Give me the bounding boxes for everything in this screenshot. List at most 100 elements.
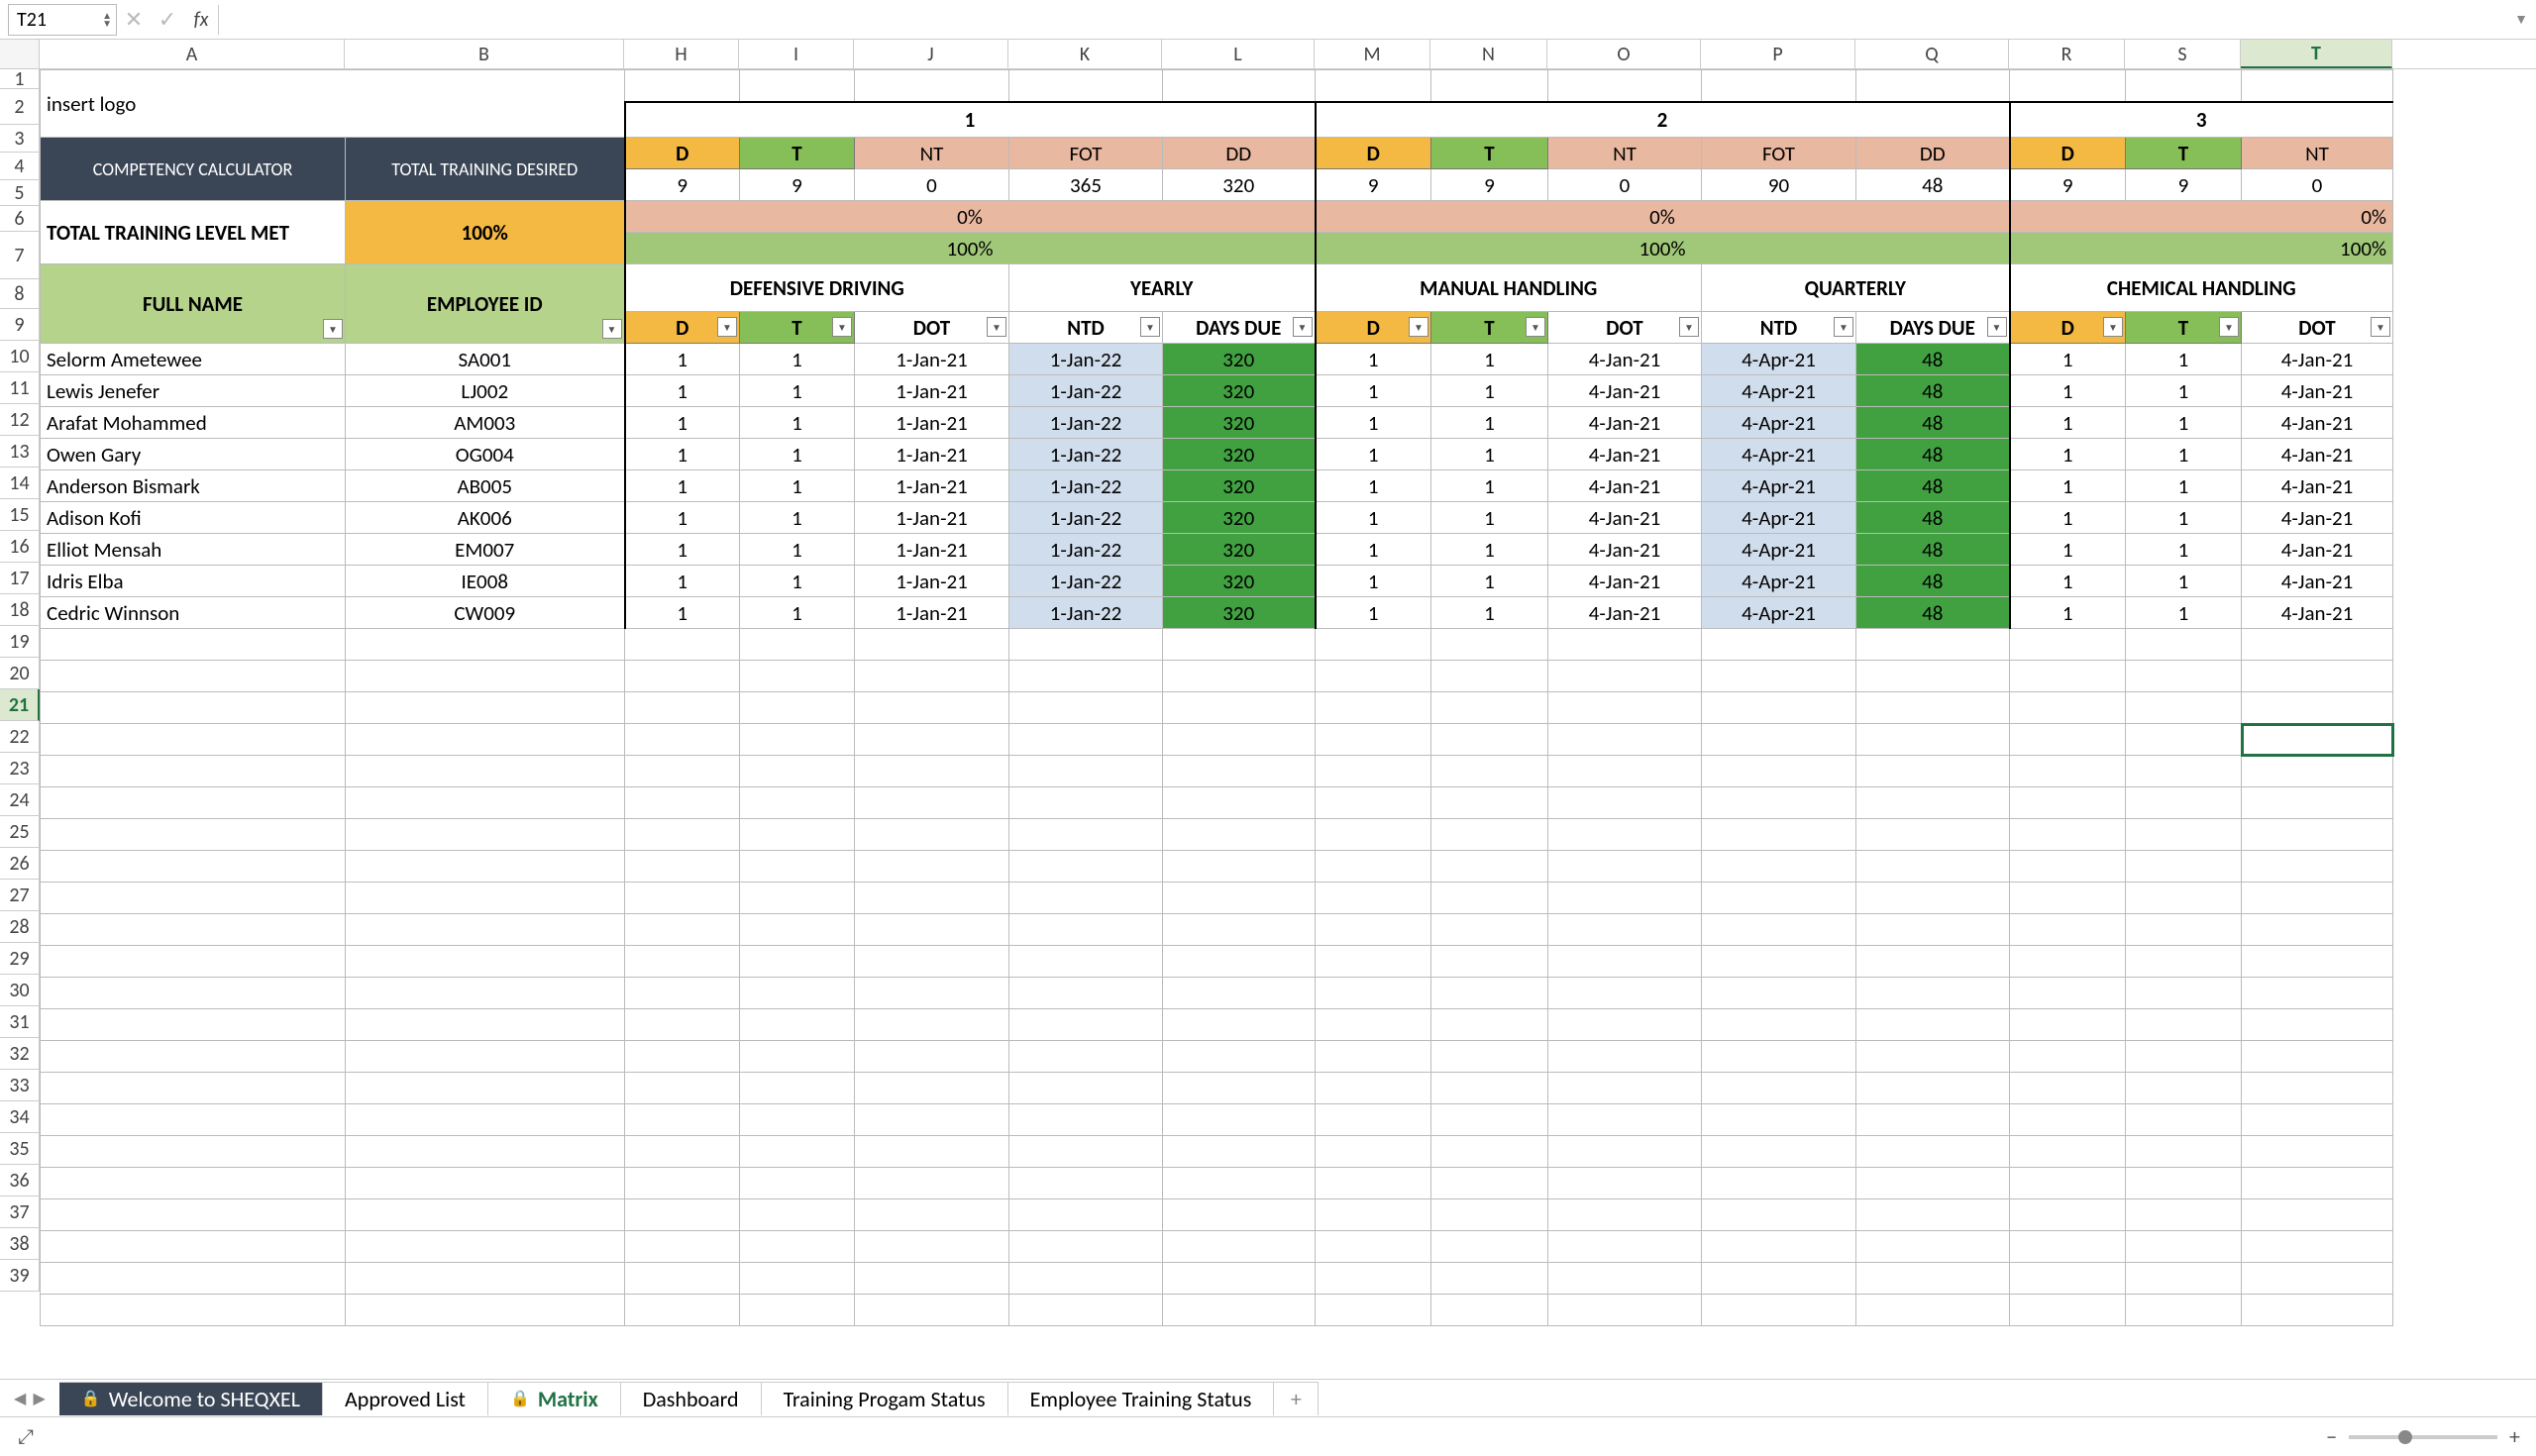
cell[interactable] (625, 1104, 740, 1136)
cell[interactable] (2010, 1136, 2126, 1168)
cell[interactable] (1702, 1199, 1856, 1231)
cell[interactable] (1431, 1199, 1548, 1231)
cell[interactable] (346, 914, 625, 946)
cell[interactable] (1548, 851, 1702, 883)
col-header-J[interactable]: J (854, 40, 1008, 68)
cell[interactable] (1316, 756, 1431, 787)
cell[interactable] (1548, 787, 1702, 819)
cell[interactable] (625, 724, 740, 756)
cell[interactable] (2242, 661, 2393, 692)
cell[interactable] (346, 1136, 625, 1168)
cell[interactable] (1548, 1168, 1702, 1199)
cell[interactable] (2010, 661, 2126, 692)
cell[interactable] (41, 692, 346, 724)
cell[interactable] (2126, 661, 2242, 692)
cell[interactable] (2010, 1104, 2126, 1136)
confirm-icon[interactable]: ✓ (151, 6, 184, 33)
col-header-T[interactable]: T (2241, 40, 2392, 68)
cell[interactable] (1009, 883, 1163, 914)
cell[interactable] (740, 756, 855, 787)
cell[interactable] (1856, 946, 2010, 978)
filter-icon[interactable]: ▼ (1834, 317, 1853, 337)
cell[interactable] (1702, 978, 1856, 1009)
cell[interactable] (1702, 1041, 1856, 1073)
cell[interactable] (855, 883, 1009, 914)
cell[interactable] (1856, 1263, 2010, 1295)
cell[interactable] (2126, 819, 2242, 851)
cell[interactable] (855, 1263, 1009, 1295)
cell[interactable] (2010, 787, 2126, 819)
cell[interactable] (855, 914, 1009, 946)
cell[interactable] (740, 629, 855, 661)
cell[interactable] (1009, 661, 1163, 692)
cell[interactable] (2010, 756, 2126, 787)
cell[interactable] (625, 851, 740, 883)
cell[interactable] (2242, 1199, 2393, 1231)
cell[interactable] (346, 1041, 625, 1073)
cell[interactable] (41, 1199, 346, 1231)
row-header-6[interactable]: 6 (0, 206, 40, 232)
zoom-control[interactable]: − + (2326, 1423, 2520, 1450)
cell[interactable] (1316, 914, 1431, 946)
cell[interactable] (346, 1104, 625, 1136)
cell[interactable] (2126, 629, 2242, 661)
cell[interactable] (41, 883, 346, 914)
cell[interactable] (41, 1104, 346, 1136)
edit-mode-icon[interactable]: ⤢ (18, 1425, 34, 1449)
cell[interactable] (1163, 1041, 1316, 1073)
cell[interactable] (41, 1009, 346, 1041)
cell[interactable] (41, 1231, 346, 1263)
row-header-13[interactable]: 13 (0, 436, 40, 468)
cell[interactable] (1163, 756, 1316, 787)
cell[interactable] (1431, 914, 1548, 946)
cell[interactable] (1316, 1104, 1431, 1136)
cell[interactable] (1009, 1009, 1163, 1041)
cell[interactable] (1009, 851, 1163, 883)
col-header-L[interactable]: L (1162, 40, 1315, 68)
cell[interactable] (1702, 724, 1856, 756)
cell[interactable] (2126, 1136, 2242, 1168)
cell[interactable] (625, 1295, 740, 1326)
cell[interactable] (41, 1136, 346, 1168)
cell[interactable] (625, 1041, 740, 1073)
cell[interactable] (1702, 1168, 1856, 1199)
cell[interactable] (2010, 692, 2126, 724)
cell[interactable] (1548, 1041, 1702, 1073)
row-header-5[interactable]: 5 (0, 180, 40, 206)
cell[interactable] (2126, 724, 2242, 756)
cell[interactable] (346, 1263, 625, 1295)
row-header-28[interactable]: 28 (0, 911, 40, 943)
cell[interactable] (855, 1136, 1009, 1168)
cell[interactable] (855, 661, 1009, 692)
row-header-3[interactable]: 3 (0, 125, 40, 153)
cell[interactable] (1856, 1231, 2010, 1263)
add-sheet-button[interactable]: + (1274, 1382, 1319, 1415)
col-header-P[interactable]: P (1701, 40, 1855, 68)
col-header-M[interactable]: M (1315, 40, 1430, 68)
cell[interactable] (1009, 1041, 1163, 1073)
cell[interactable] (1548, 1295, 1702, 1326)
cell[interactable] (625, 756, 740, 787)
cell[interactable] (2242, 629, 2393, 661)
cell[interactable] (1856, 1136, 2010, 1168)
cell[interactable] (1856, 756, 2010, 787)
row-header-30[interactable]: 30 (0, 975, 40, 1006)
row-header-4[interactable]: 4 (0, 153, 40, 180)
filter-icon[interactable]: ▼ (323, 319, 343, 339)
row-header-27[interactable]: 27 (0, 880, 40, 911)
cell[interactable] (41, 946, 346, 978)
cell[interactable] (1431, 946, 1548, 978)
cell[interactable] (1702, 1295, 1856, 1326)
cell[interactable] (1316, 1136, 1431, 1168)
cell[interactable] (2242, 1041, 2393, 1073)
cell[interactable] (1856, 914, 2010, 946)
cell[interactable] (1316, 661, 1431, 692)
cell[interactable] (1009, 1263, 1163, 1295)
cell[interactable] (1009, 1199, 1163, 1231)
cell[interactable] (855, 692, 1009, 724)
cell[interactable] (855, 1104, 1009, 1136)
cell[interactable] (1702, 819, 1856, 851)
tab-dashboard[interactable]: Dashboard (621, 1382, 762, 1415)
cell[interactable] (2126, 787, 2242, 819)
cell[interactable] (855, 756, 1009, 787)
